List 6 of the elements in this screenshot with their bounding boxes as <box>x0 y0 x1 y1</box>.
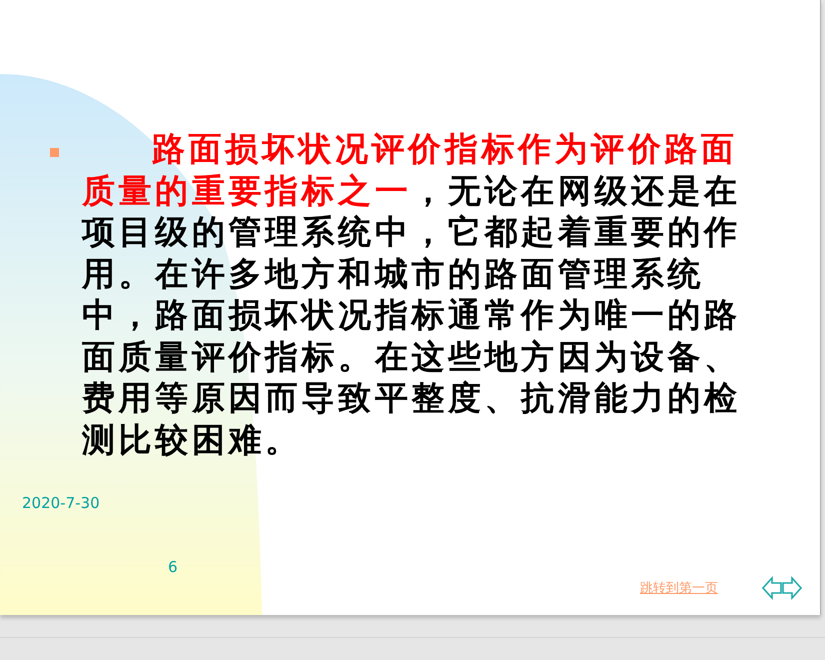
slide-number: 6 <box>168 558 178 576</box>
first-page-link[interactable]: 跳转到第一页 <box>640 579 718 597</box>
bullet-paragraph: 路面损坏状况评价指标作为评价路面质量的重要指标之一，无论在网级还是在项目级的管理系统中，它都起着重要的作用。在许多地方和城市的路面管理系统中，路面损坏状况指标通常作为唯一的路面质量评价指标。在这些地方因为设备、费用等原因而导致平整度、抗滑能力的检测比较困难。 <box>82 128 742 460</box>
bullet-icon <box>50 148 59 157</box>
slide-date: 2020-7-30 <box>22 494 100 512</box>
left-right-arrows-icon[interactable] <box>762 576 802 600</box>
